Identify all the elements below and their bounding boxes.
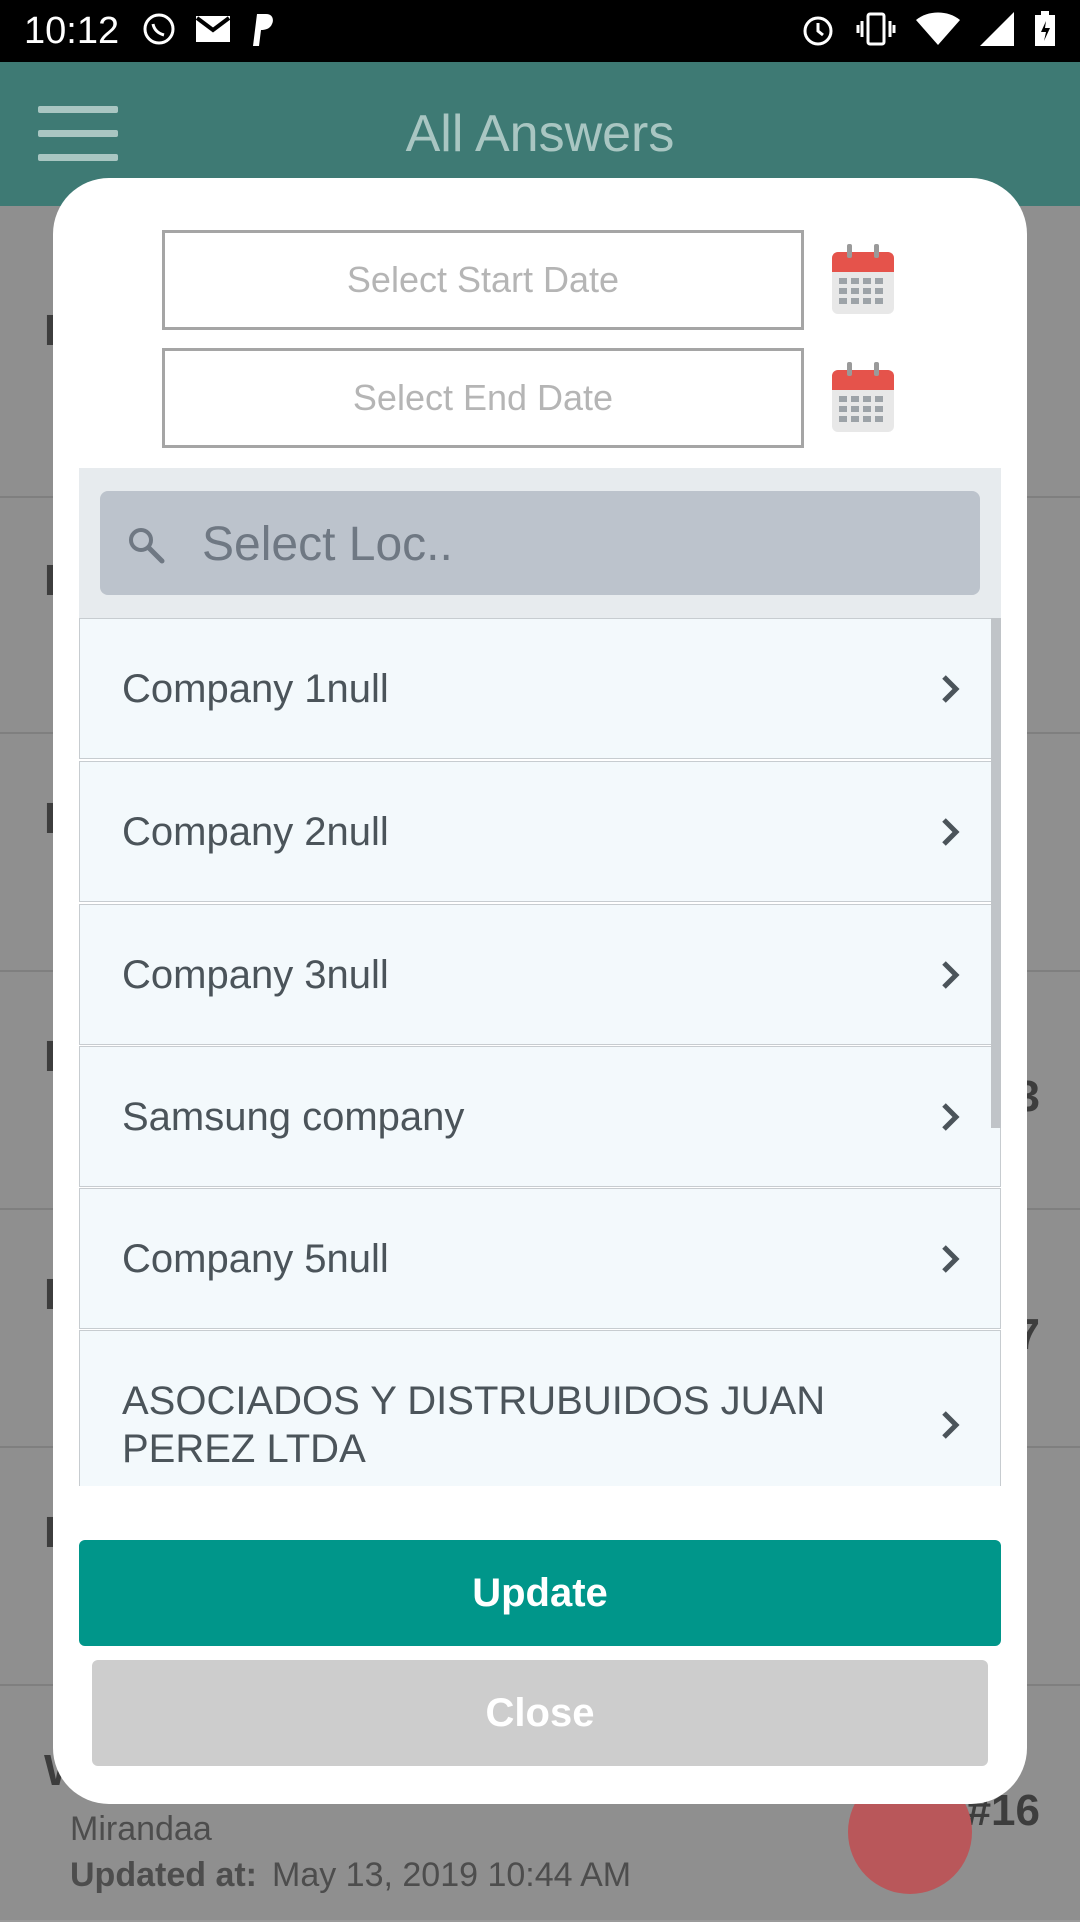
signal-icon xyxy=(980,11,1014,51)
alarm-icon xyxy=(800,11,836,52)
location-item[interactable]: Company 2null xyxy=(79,761,1001,902)
location-item[interactable]: Company 1null xyxy=(79,618,1001,759)
location-item[interactable]: Company 3null xyxy=(79,904,1001,1045)
location-search-bar xyxy=(79,468,1001,618)
chevron-right-icon xyxy=(940,1409,960,1441)
battery-icon xyxy=(1034,10,1056,52)
location-label: ASOCIADOS Y DISTRUBUIDOS JUAN PEREZ LTDA xyxy=(122,1379,826,1471)
end-date-calendar-icon[interactable] xyxy=(831,362,895,434)
page-title: All Answers xyxy=(405,105,675,163)
location-list: Company 1null Company 2null Company 3nul… xyxy=(79,618,1001,1486)
chevron-right-icon xyxy=(940,816,960,848)
row-user: Mirandaa xyxy=(70,1810,212,1848)
location-item[interactable]: Samsung company xyxy=(79,1046,1001,1187)
location-label: Company 3null xyxy=(122,952,389,997)
filter-dialog: Select Start Date Select End Date Select… xyxy=(53,178,1027,1804)
wifi-icon xyxy=(916,12,960,51)
chevron-right-icon xyxy=(940,1101,960,1133)
vibrate-icon xyxy=(856,11,896,52)
location-label: Company 5null xyxy=(122,1236,389,1281)
location-label: Company 2null xyxy=(122,809,389,854)
location-search-input[interactable] xyxy=(200,491,964,597)
list-scrollbar[interactable] xyxy=(991,618,1001,1128)
status-bar: 10:12 xyxy=(0,0,1080,62)
row-updated-label: Updated at: xyxy=(70,1856,257,1894)
gmail-icon xyxy=(195,15,231,48)
location-label: Company 1null xyxy=(122,666,389,711)
chevron-right-icon xyxy=(940,1243,960,1275)
row-updated-value: May 13, 2019 10:44 AM xyxy=(272,1856,632,1894)
end-date-field[interactable]: Select End Date xyxy=(162,348,804,448)
paypal-icon xyxy=(249,12,275,51)
location-item[interactable]: Company 5null xyxy=(79,1188,1001,1329)
chevron-right-icon xyxy=(940,959,960,991)
status-time: 10:12 xyxy=(24,9,120,52)
start-date-placeholder: Select Start Date xyxy=(346,259,620,300)
start-date-field[interactable]: Select Start Date xyxy=(162,230,804,330)
start-date-calendar-icon[interactable] xyxy=(831,244,895,316)
update-button[interactable]: Update xyxy=(79,1540,1001,1646)
location-label: Samsung company xyxy=(122,1094,465,1139)
search-box[interactable] xyxy=(100,491,980,597)
close-button[interactable]: Close xyxy=(92,1660,988,1766)
search-icon xyxy=(126,525,166,565)
whatsapp-icon xyxy=(141,11,177,52)
location-item[interactable]: ASOCIADOS Y DISTRUBUIDOS JUAN PEREZ LTDA xyxy=(79,1330,1001,1486)
chevron-right-icon xyxy=(940,673,960,705)
end-date-placeholder: Select End Date xyxy=(352,377,614,418)
